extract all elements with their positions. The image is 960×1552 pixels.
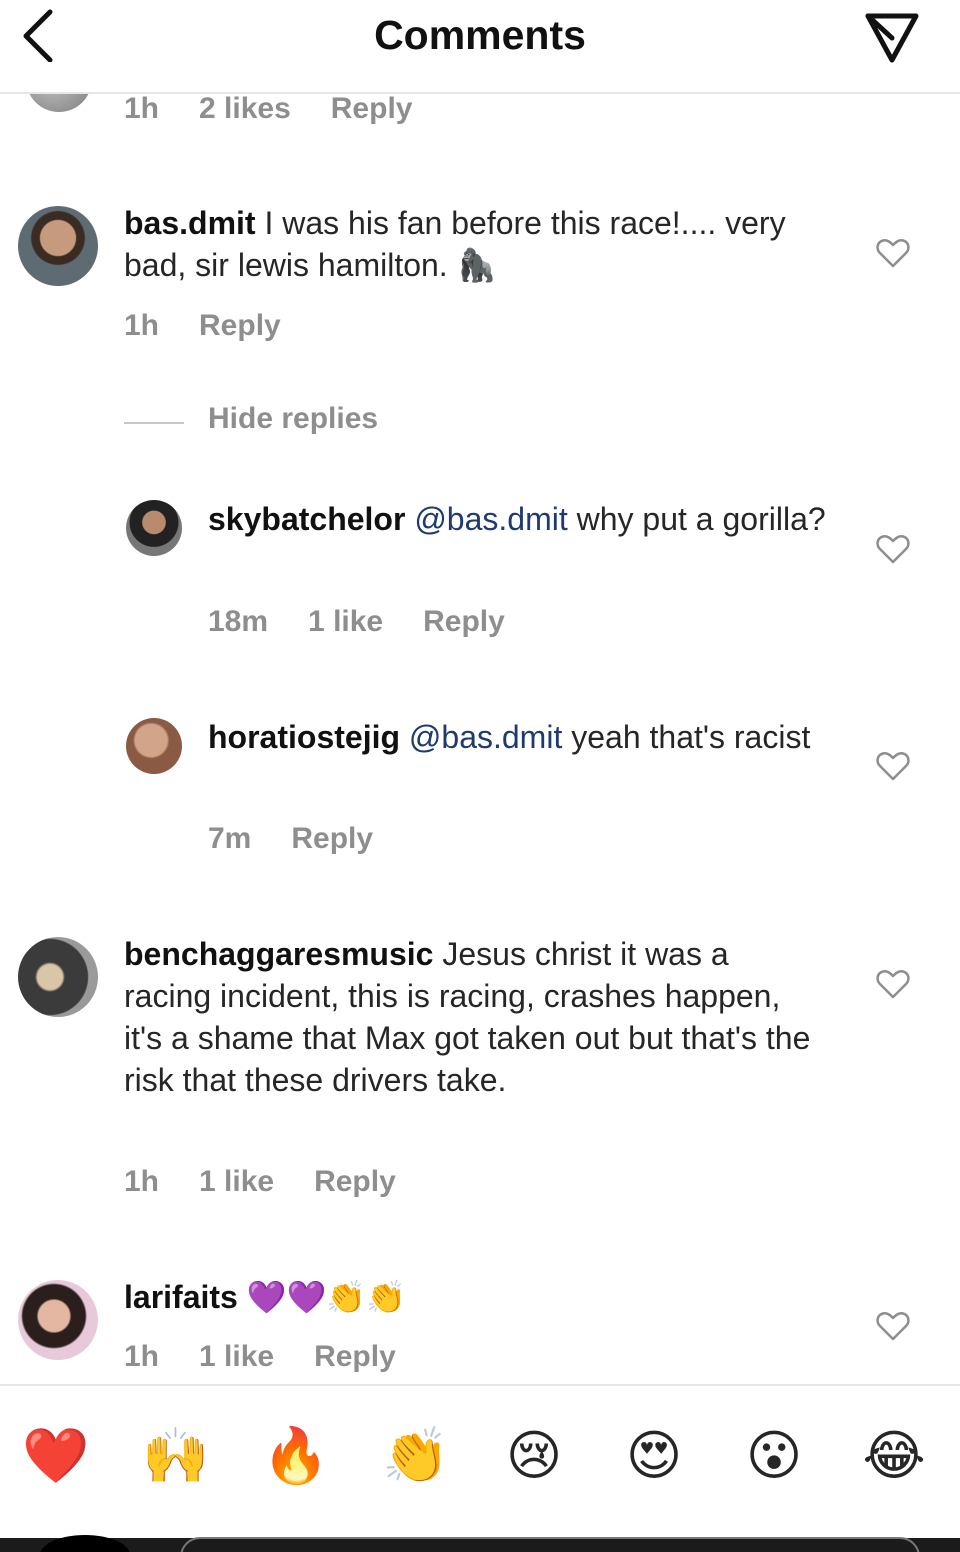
reply-meta: 18m 1 like Reply: [208, 605, 545, 639]
reply-text: horatiostejig @bas.dmit yeah that's raci…: [208, 716, 828, 758]
hide-replies-label[interactable]: Hide replies: [208, 402, 378, 436]
comment-likes[interactable]: 1 like: [199, 1165, 274, 1199]
comment-likes[interactable]: 2 likes: [199, 92, 291, 126]
comment-username[interactable]: bas.dmit: [124, 205, 256, 241]
avatar[interactable]: [126, 718, 182, 774]
comment-text: bas.dmit I was his fan before this race!…: [124, 202, 824, 286]
tears-of-joy-emoji-button[interactable]: 😂: [862, 1424, 926, 1488]
reply-time: 7m: [208, 822, 252, 855]
comment-input[interactable]: [180, 1537, 920, 1552]
comment-body: 💜💜👏👏: [246, 1279, 407, 1315]
heart-icon[interactable]: [876, 532, 910, 566]
surprised-face-emoji-button[interactable]: 😮: [742, 1424, 806, 1488]
avatar[interactable]: [126, 500, 182, 556]
reply-button[interactable]: Reply: [314, 1165, 396, 1199]
comment-time: 1h: [124, 1340, 160, 1373]
heart-icon[interactable]: [876, 967, 910, 1001]
reply-time: 18m: [208, 605, 269, 638]
reply-meta: 7m Reply: [208, 822, 413, 856]
reply-button[interactable]: Reply: [199, 309, 281, 343]
header-bar: Comments: [0, 0, 960, 94]
crying-face-emoji-button[interactable]: 😢: [502, 1424, 566, 1488]
comment-text: larifaits 💜💜👏👏: [124, 1276, 824, 1318]
reply-button[interactable]: Reply: [423, 605, 505, 639]
comment-username[interactable]: benchaggaresmusic: [124, 936, 433, 972]
avatar[interactable]: [18, 937, 98, 1017]
fire-emoji-button[interactable]: 🔥: [262, 1424, 329, 1488]
comment-time: 1h: [124, 309, 160, 342]
comment-time: 1h: [124, 92, 160, 125]
reply-body: yeah that's racist: [571, 719, 811, 755]
comment-time: 1h: [124, 1165, 160, 1198]
reply-likes[interactable]: 1 like: [308, 605, 383, 639]
divider-line: [124, 422, 184, 424]
reply-username[interactable]: horatiostejig: [208, 719, 400, 755]
comment-meta: 1h Reply: [124, 309, 321, 343]
avatar[interactable]: [18, 1280, 98, 1360]
mention-link[interactable]: @bas.dmit: [409, 719, 562, 755]
reply-button[interactable]: Reply: [331, 92, 413, 126]
heart-icon[interactable]: [876, 749, 910, 783]
reply-body: why put a gorilla?: [576, 501, 826, 537]
red-heart-emoji-button[interactable]: ❤️: [22, 1424, 89, 1488]
comment-likes[interactable]: 1 like: [199, 1340, 274, 1374]
reply-username[interactable]: skybatchelor: [208, 501, 405, 537]
raising-hands-emoji-button[interactable]: 🙌: [142, 1424, 209, 1488]
page-title: Comments: [374, 12, 586, 58]
reply-button[interactable]: Reply: [314, 1340, 396, 1374]
comment-meta: 1h 1 like Reply: [124, 1165, 436, 1199]
comment-meta: 1h 2 likes Reply: [124, 92, 452, 126]
gorilla-emoji: 🦍: [456, 247, 497, 283]
comment-meta: 1h 1 like Reply: [124, 1340, 436, 1374]
reply-button[interactable]: Reply: [291, 822, 373, 856]
comment-username[interactable]: larifaits: [124, 1279, 238, 1315]
mention-link[interactable]: @bas.dmit: [414, 501, 567, 537]
heart-icon[interactable]: [876, 1309, 910, 1343]
avatar[interactable]: [18, 206, 98, 286]
emoji-reaction-bar: ❤️ 🙌 🔥 👏 😢 😍 😮 😂: [0, 1384, 960, 1534]
reply-text: skybatchelor @bas.dmit why put a gorilla…: [208, 498, 828, 540]
heart-eyes-emoji-button[interactable]: 😍: [622, 1424, 686, 1488]
send-icon[interactable]: [862, 6, 922, 66]
heart-icon[interactable]: [876, 236, 910, 270]
clapping-hands-emoji-button[interactable]: 👏: [382, 1424, 449, 1488]
comment-text: benchaggaresmusic Jesus christ it was a …: [124, 933, 814, 1101]
